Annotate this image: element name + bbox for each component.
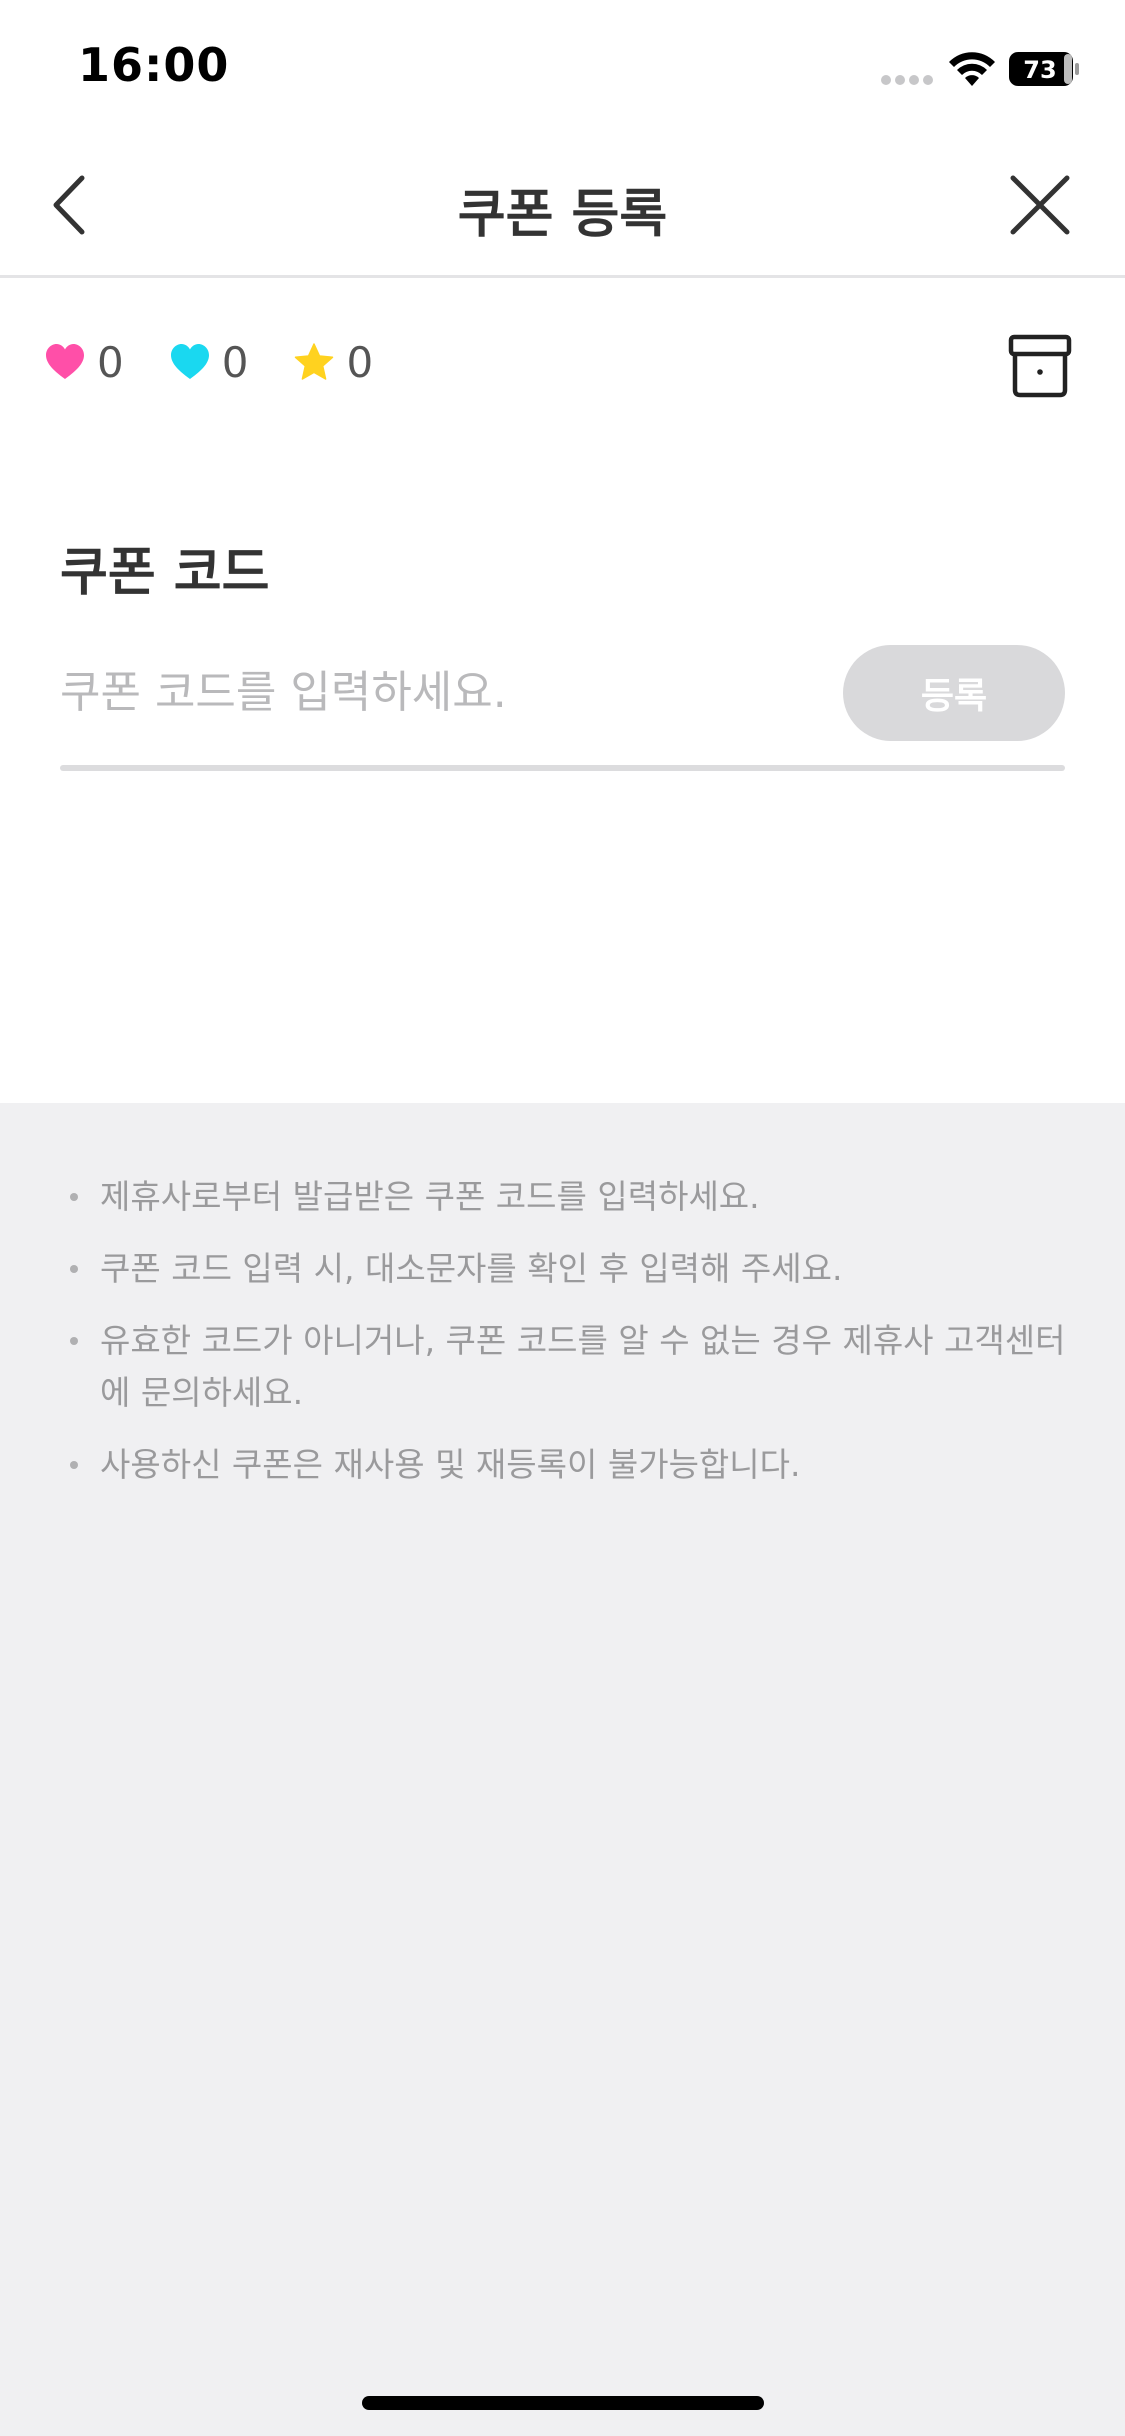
notice-item: 유효한 코드가 아니거나, 쿠폰 코드를 알 수 없는 경우 제휴사 고객센터에… [68, 1315, 1068, 1419]
point-cyan-heart: 0 [170, 337, 249, 387]
notice-area: 제휴사로부터 발급받은 쿠폰 코드를 입력하세요. 쿠폰 코드 입력 시, 대소… [0, 1103, 1125, 2436]
wifi-icon [949, 52, 995, 86]
signal-icon [881, 75, 933, 85]
battery-level: 73 [1023, 56, 1056, 84]
page-title: 쿠폰 등록 [457, 185, 668, 245]
notice-item: 사용하신 쿠폰은 재사용 및 재등록이 불가능합니다. [68, 1439, 1068, 1491]
notice-item: 제휴사로부터 발급받은 쿠폰 코드를 입력하세요. [68, 1171, 1068, 1223]
pink-heart-icon [46, 344, 84, 379]
point-pink-heart: 0 [45, 338, 124, 387]
star-icon [295, 343, 334, 380]
input-underline [60, 765, 1065, 771]
notice-list: 제휴사로부터 발급받은 쿠폰 코드를 입력하세요. 쿠폰 코드 입력 시, 대소… [68, 1171, 1068, 1511]
coupon-code-input[interactable] [60, 650, 820, 734]
home-indicator [362, 2396, 764, 2410]
points-row: 0 0 0 [45, 332, 419, 392]
point-star: 0 [294, 338, 373, 387]
register-button[interactable]: 등록 [843, 645, 1065, 741]
status-time: 16:00 [78, 38, 230, 92]
point-value: 0 [346, 337, 374, 387]
box-icon[interactable] [1008, 334, 1072, 398]
section-title: 쿠폰 코드 [60, 543, 270, 603]
status-bar: 16:00 73 [0, 0, 1125, 130]
nav-bar: 쿠폰 등록 [0, 130, 1125, 278]
point-value: 0 [221, 337, 249, 387]
battery-icon: 73 [1009, 52, 1079, 86]
close-icon[interactable] [1005, 170, 1075, 240]
notice-item: 쿠폰 코드 입력 시, 대소문자를 확인 후 입력해 주세요. [68, 1243, 1068, 1295]
point-value: 0 [97, 337, 124, 387]
cyan-heart-icon [170, 344, 209, 379]
